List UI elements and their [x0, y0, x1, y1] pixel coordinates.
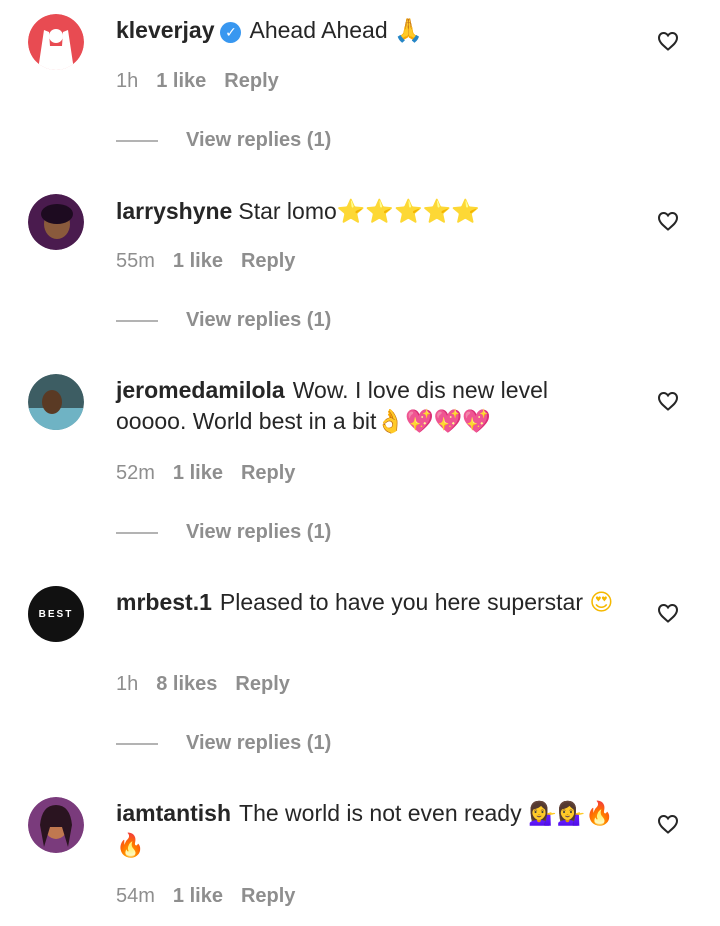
comment-text: kleverjay ✓ Ahead Ahead 🙏 [116, 15, 616, 47]
heart-icon[interactable] [656, 601, 680, 625]
avatar[interactable]: BEST [28, 586, 84, 642]
comment-time: 1h [116, 673, 139, 695]
view-replies-label: View replies (1) [186, 732, 332, 754]
view-replies-button[interactable]: View replies (1) [116, 128, 331, 152]
avatar[interactable] [28, 374, 84, 430]
verified-badge-icon: ✓ [220, 22, 242, 43]
divider [116, 531, 158, 534]
comment-username[interactable]: jeromedamilola [116, 377, 285, 403]
comment-meta: 55m 1 like Reply [116, 249, 313, 273]
comment-likes[interactable]: 1 like [173, 462, 223, 484]
comment-body: Star lomo [238, 198, 337, 224]
comment-body: The world is not even ready [239, 800, 522, 826]
reply-button[interactable]: Reply [235, 673, 289, 695]
comment-emoji: 🙏 [394, 18, 423, 44]
comment-time: 54m [116, 885, 155, 907]
comment-text: iamtantish The world is not even ready 💁‍… [116, 798, 616, 862]
comment-text: larryshyne Star lomo⭐⭐⭐⭐⭐ [116, 196, 616, 228]
comment-username[interactable]: mrbest.1 [116, 589, 212, 615]
comment-time: 1h [116, 70, 139, 92]
comment-meta: 1h 1 like Reply [116, 69, 297, 93]
comment-likes[interactable]: 1 like [173, 250, 223, 272]
comment-emoji: ⭐⭐⭐⭐⭐ [336, 199, 480, 225]
comment-text: mrbest.1 Pleased to have you here superst… [116, 587, 616, 619]
avatar[interactable] [28, 797, 84, 853]
comment-username[interactable]: iamtantish [116, 800, 231, 826]
comment-likes[interactable]: 1 like [156, 70, 206, 92]
comment-likes[interactable]: 1 like [173, 885, 223, 907]
reply-button[interactable]: Reply [224, 70, 278, 92]
comment-text: jeromedamilola Wow. I love dis new level … [116, 375, 616, 438]
comment-username[interactable]: larryshyne [116, 198, 232, 224]
comment-meta: 52m 1 like Reply [116, 461, 313, 485]
comment-meta: 1h 8 likes Reply [116, 672, 308, 696]
divider [116, 319, 158, 322]
comment-meta: 54m 1 like Reply [116, 884, 313, 908]
divider [116, 139, 158, 142]
heart-icon[interactable] [656, 29, 680, 53]
comment-time: 52m [116, 462, 155, 484]
heart-icon[interactable] [656, 389, 680, 413]
view-replies-label: View replies (1) [186, 521, 332, 543]
reply-button[interactable]: Reply [241, 885, 295, 907]
view-replies-button[interactable]: View replies (1) [116, 520, 331, 544]
comment-body: Pleased to have you here superstar [219, 589, 583, 615]
comment-body: Ahead Ahead [249, 17, 388, 43]
comment-emoji: 😍 [589, 590, 614, 616]
avatar[interactable] [28, 194, 84, 250]
comment-username[interactable]: kleverjay [116, 17, 214, 43]
comment-time: 55m [116, 250, 155, 272]
view-replies-button[interactable]: View replies (1) [116, 731, 331, 755]
comment-emoji: 👌💖💖💖 [376, 409, 491, 435]
heart-icon[interactable] [656, 812, 680, 836]
view-replies-label: View replies (1) [186, 309, 332, 331]
avatar[interactable] [28, 14, 84, 70]
avatar-label: BEST [38, 608, 74, 620]
view-replies-button[interactable]: View replies (1) [116, 308, 331, 332]
reply-button[interactable]: Reply [241, 462, 295, 484]
heart-icon[interactable] [656, 209, 680, 233]
divider [116, 742, 158, 745]
view-replies-label: View replies (1) [186, 129, 332, 151]
comment-likes[interactable]: 8 likes [156, 673, 217, 695]
reply-button[interactable]: Reply [241, 250, 295, 272]
